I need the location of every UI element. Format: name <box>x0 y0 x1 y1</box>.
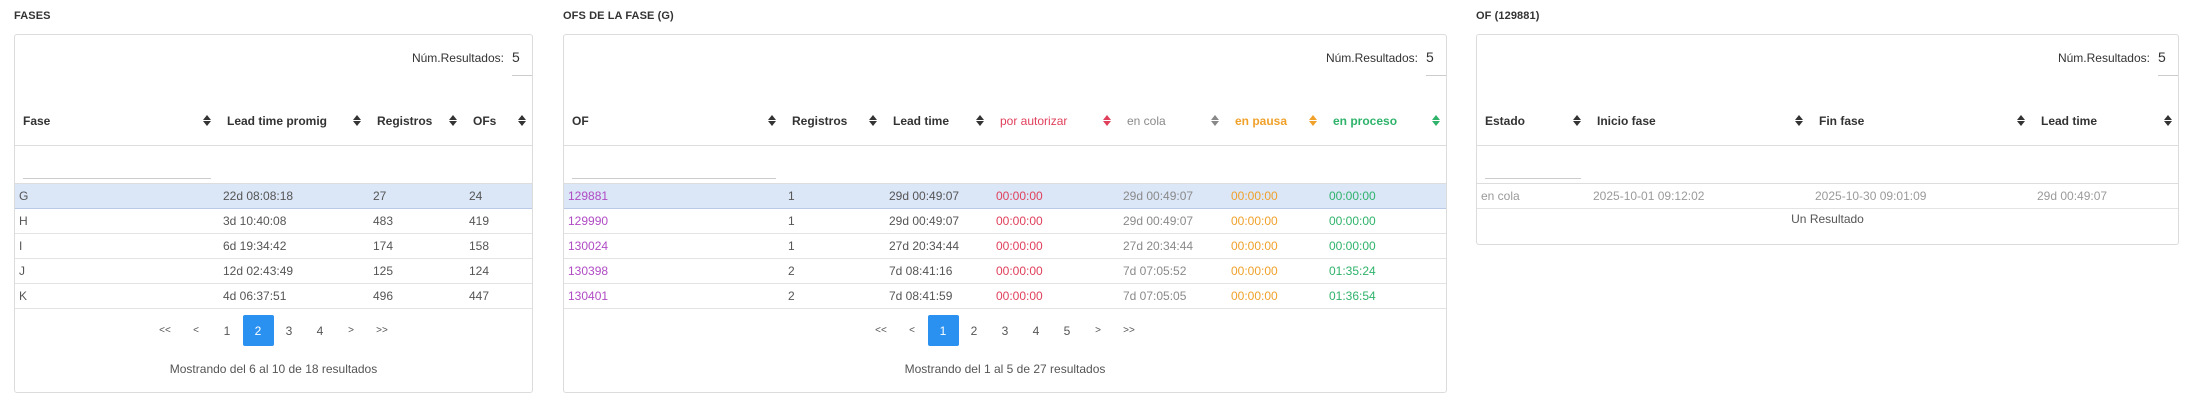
col-ofs[interactable]: OFs <box>465 97 532 146</box>
ofs-table: OF Registros Lead time por autorizar en … <box>564 97 1446 309</box>
page-3[interactable]: 3 <box>990 315 1021 346</box>
num-results-label: Núm.Resultados: <box>411 51 504 65</box>
of-num-results: Núm.Resultados: 5 <box>2058 46 2178 82</box>
table-row[interactable]: 130398 2 7d 08:41:16 00:00:00 7d 07:05:52 00:… <box>564 258 1446 284</box>
fases-showing-text: Mostrando del 6 al 10 de 18 resultados <box>169 362 378 376</box>
sort-icon[interactable] <box>1103 115 1111 127</box>
ofs-num-results: Núm.Resultados: 5 <box>1326 46 1446 82</box>
of-filter-input[interactable] <box>572 154 776 179</box>
col-fin-fase[interactable]: Fin fase <box>1811 97 2033 146</box>
of-link[interactable]: 130398 <box>564 258 784 284</box>
ofs-card: Núm.Resultados: 5 OF Registros Lead time… <box>563 34 1447 393</box>
page-first[interactable]: << <box>150 315 181 346</box>
page-3[interactable]: 3 <box>274 315 305 346</box>
table-row[interactable]: en cola 2025-10-01 09:12:02 2025-10-30 09:… <box>1477 183 2178 209</box>
page-next[interactable]: > <box>336 315 367 346</box>
table-row[interactable]: J 12d 02:43:49 125 124 <box>15 258 532 284</box>
col-en-pausa[interactable]: en pausa <box>1227 97 1325 146</box>
page-4[interactable]: 4 <box>305 315 336 346</box>
sort-icon[interactable] <box>203 115 211 127</box>
fase-filter-input[interactable] <box>23 154 211 179</box>
ofs-title: OFS DE LA FASE (G) <box>563 10 674 22</box>
sort-icon[interactable] <box>449 115 457 127</box>
table-row[interactable]: 129881 1 29d 00:49:07 00:00:00 29d 00:49:07 0… <box>564 182 1446 209</box>
ofs-pagination: << < 1 2 3 4 5 > >> <box>564 315 1446 346</box>
page-last[interactable]: >> <box>367 315 398 346</box>
num-results-select[interactable]: 5 <box>512 46 532 76</box>
page-5[interactable]: 5 <box>1052 315 1083 346</box>
fases-num-results: Núm.Resultados: 5 <box>412 46 532 82</box>
sort-icon[interactable] <box>1795 115 1803 127</box>
col-en-cola[interactable]: en cola <box>1119 97 1227 146</box>
sort-icon[interactable] <box>1573 115 1581 127</box>
table-row[interactable]: G 22d 08:08:18 27 24 <box>15 182 532 209</box>
num-results-label: Núm.Resultados: <box>1325 51 1418 65</box>
sort-icon[interactable] <box>2017 115 2025 127</box>
page-4[interactable]: 4 <box>1021 315 1052 346</box>
sort-icon[interactable] <box>353 115 361 127</box>
sort-icon[interactable] <box>2164 115 2172 127</box>
of-link[interactable]: 129990 <box>564 208 784 234</box>
page-first[interactable]: << <box>866 315 897 346</box>
table-row[interactable]: 130401 2 7d 08:41:59 00:00:00 7d 07:05:05 00:… <box>564 283 1446 309</box>
table-row[interactable]: 129990 1 29d 00:49:07 00:00:00 29d 00:49:07 0… <box>564 208 1446 234</box>
fases-title: FASES <box>14 10 51 22</box>
num-results-select[interactable]: 5 <box>2158 46 2178 76</box>
fases-table: Fase Lead time promig Registros OFs G 22d… <box>15 97 532 309</box>
col-inicio-fase[interactable]: Inicio fase <box>1589 97 1811 146</box>
col-registros[interactable]: Registros <box>369 97 465 146</box>
page-prev[interactable]: < <box>181 315 212 346</box>
of-link[interactable]: 130401 <box>564 283 784 309</box>
of-card: Núm.Resultados: 5 Estado Inicio fase Fin… <box>1476 34 2179 245</box>
col-fase[interactable]: Fase <box>15 97 219 146</box>
col-lead-time[interactable]: Lead time <box>885 97 992 146</box>
fases-pagination: << < 1 2 3 4 > >> <box>15 315 532 346</box>
page-2[interactable]: 2 <box>959 315 990 346</box>
sort-icon[interactable] <box>1309 115 1317 127</box>
of-link[interactable]: 129881 <box>564 182 784 209</box>
table-row[interactable]: 130024 1 27d 20:34:44 00:00:00 27d 20:34:44 0… <box>564 233 1446 259</box>
sort-icon[interactable] <box>869 115 877 127</box>
page-next[interactable]: > <box>1083 315 1114 346</box>
fases-card: Núm.Resultados: 5 Fase Lead time promig … <box>14 34 533 393</box>
num-results-label: Núm.Resultados: <box>2057 51 2150 65</box>
of-title: OF (129881) <box>1476 10 1540 22</box>
num-results-select[interactable]: 5 <box>1426 46 1446 76</box>
page-last[interactable]: >> <box>1114 315 1145 346</box>
table-row[interactable]: K 4d 06:37:51 496 447 <box>15 283 532 309</box>
table-row[interactable]: H 3d 10:40:08 483 419 <box>15 208 532 234</box>
col-of[interactable]: OF <box>564 97 784 146</box>
sort-icon[interactable] <box>1432 115 1440 127</box>
col-lead-time[interactable]: Lead time <box>2033 97 2178 146</box>
page-1[interactable]: 1 <box>212 315 243 346</box>
col-estado[interactable]: Estado <box>1477 97 1589 146</box>
of-table: Estado Inicio fase Fin fase Lead time en… <box>1477 97 2178 209</box>
page-1[interactable]: 1 <box>927 315 959 346</box>
ofs-showing-text: Mostrando del 1 al 5 de 27 resultados <box>904 362 1106 376</box>
sort-icon[interactable] <box>518 115 526 127</box>
table-row[interactable]: I 6d 19:34:42 174 158 <box>15 233 532 259</box>
col-por-autorizar[interactable]: por autorizar <box>992 97 1119 146</box>
col-en-proceso[interactable]: en proceso <box>1325 97 1446 146</box>
col-lead-time-promig[interactable]: Lead time promig <box>219 97 369 146</box>
of-link[interactable]: 130024 <box>564 233 784 259</box>
page-prev[interactable]: < <box>897 315 928 346</box>
estado-filter-input[interactable] <box>1485 154 1581 179</box>
sort-icon[interactable] <box>976 115 984 127</box>
sort-icon[interactable] <box>768 115 776 127</box>
of-result-count: Un Resultado <box>1791 212 1864 226</box>
col-registros[interactable]: Registros <box>784 97 885 146</box>
page-2[interactable]: 2 <box>242 315 274 346</box>
sort-icon[interactable] <box>1211 115 1219 127</box>
